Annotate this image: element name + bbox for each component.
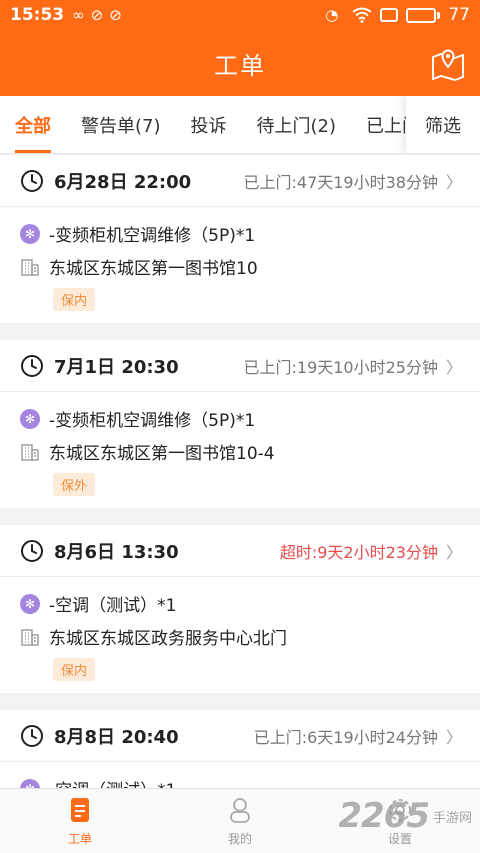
person-icon: [226, 796, 254, 830]
tab-1[interactable]: 警告单(7): [66, 96, 176, 153]
order-datetime: 8月8日 20:40: [54, 726, 179, 748]
order-service-row: ✻ -空调（测试）*1: [20, 772, 460, 788]
warranty-badge: 保外: [53, 473, 96, 496]
fan-icon: ✻: [20, 593, 40, 614]
battery-level: 77: [448, 5, 470, 25]
map-pin-icon[interactable]: [430, 45, 466, 81]
order-status-text: 已上门:6天19小时24分钟: [253, 727, 438, 747]
chevron-right-icon: 〉: [445, 727, 462, 747]
tab-bar: 全部警告单(7)投诉待上门(2)已上门 筛选: [0, 96, 480, 154]
document-icon: [66, 796, 94, 830]
order-card[interactable]: 8月6日 13:30 超时:9天2小时23分钟〉 ✻ -空调（测试）*1 东城区东城区政…: [0, 525, 480, 693]
check-circle-icon-2: ⊘: [109, 6, 122, 24]
clock-icon: [21, 539, 43, 562]
clock-icon: [21, 724, 43, 747]
building-icon: [21, 258, 39, 276]
alarm-icon: ◔: [325, 6, 339, 24]
warranty-badge: 保内: [53, 658, 96, 681]
order-address: 东城区东城区第一图书馆10-4: [49, 444, 275, 464]
bottom-nav-label: 工单: [67, 831, 92, 846]
status-time: 15:53: [10, 5, 65, 25]
order-body: ✻ -变频柜机空调维修（5P)*1 东城区东城区第一图书馆10 保内: [0, 207, 480, 323]
order-service-row: ✻ -变频柜机空调维修（5P)*1: [20, 402, 460, 435]
bottom-nav-label: 我的: [227, 831, 252, 846]
tab-0[interactable]: 全部: [0, 96, 66, 153]
order-status-text: 已上门:47天19小时38分钟: [243, 172, 438, 192]
order-status-text: 已上门:19天10小时25分钟: [243, 357, 438, 377]
order-status: 已上门:6天19小时24分钟〉: [254, 724, 462, 748]
infinity-icon: ∞: [72, 6, 85, 24]
order-body: ✻ -空调（测试）*1 东城区东城区政务服务中心北门保内: [0, 577, 480, 693]
clock-icon: [21, 354, 43, 377]
screen-icon: [380, 8, 399, 22]
order-service: -空调（测试）*1: [49, 596, 177, 616]
order-status-text: 超时:9天2小时23分钟: [279, 542, 438, 562]
order-body: ✻-空调（测试）*1东城区东城区第一图书馆南门: [0, 762, 480, 788]
order-card[interactable]: 7月1日 20:30 已上门:19天10小时25分钟〉 ✻ -变频柜机空调维修（5P)…: [0, 340, 480, 508]
order-service-row: ✻ -空调（测试）*1: [20, 587, 460, 620]
header: 工单: [0, 30, 480, 96]
order-header[interactable]: 6月28日 22:00 已上门:47天19小时38分钟〉: [0, 155, 480, 207]
order-card[interactable]: 8月8日 20:40已上门:6天19小时24分钟〉✻-空调（测试）*1东城区东城…: [0, 710, 480, 788]
chevron-right-icon: 〉: [445, 357, 462, 377]
order-service: -空调（测试）*1: [49, 776, 176, 788]
order-address-row: 东城区东城区第一图书馆10-4: [20, 435, 460, 468]
order-header[interactable]: 8月8日 20:40 已上门:6天19小时24分钟〉: [0, 710, 480, 762]
battery-icon: [406, 7, 441, 23]
order-datetime: 7月1日 20:30: [54, 356, 179, 378]
order-list[interactable]: 6月28日 22:00 已上门:47天19小时38分钟〉 ✻ -变频柜机空调维修（5P…: [0, 155, 480, 788]
fan-icon: ✻: [20, 223, 40, 244]
order-body: ✻ -变频柜机空调维修（5P)*1 东城区东城区第一图书馆10-4 保外: [0, 392, 480, 508]
tab-4[interactable]: 已上门: [351, 96, 406, 153]
building-icon: [21, 443, 39, 461]
order-address-row: 东城区东城区第一图书馆10: [20, 250, 460, 283]
order-address: 东城区东城区第一图书馆10: [49, 259, 258, 279]
watermark-text: 手游网: [432, 810, 472, 826]
fan-icon: ✻: [20, 778, 40, 788]
order-header[interactable]: 8月6日 13:30 超时:9天2小时23分钟〉: [0, 525, 480, 577]
order-header[interactable]: 7月1日 20:30 已上门:19天10小时25分钟〉: [0, 340, 480, 392]
order-address-row: 东城区东城区政务服务中心北门: [20, 620, 460, 653]
order-status: 超时:9天2小时23分钟〉: [280, 539, 462, 563]
order-status: 已上门:47天19小时38分钟〉: [244, 169, 463, 193]
order-service-row: ✻ -变频柜机空调维修（5P)*1: [20, 217, 460, 250]
chevron-right-icon: 〉: [445, 542, 462, 562]
check-circle-icon: ⊘: [90, 6, 104, 24]
clock-icon: [21, 169, 43, 192]
status-bar: 15:53 ∞ ⊘ ⊘ ◔ 77: [0, 0, 480, 30]
order-address: 东城区东城区政务服务中心北门: [49, 629, 287, 649]
order-datetime: 6月28日 22:00: [54, 171, 192, 193]
watermark-number: 2265: [338, 796, 430, 836]
fan-icon: ✻: [20, 408, 40, 429]
page-title: 工单: [214, 51, 266, 80]
order-datetime: 8月6日 13:30: [54, 541, 179, 563]
watermark: 2265 手游网: [338, 796, 472, 836]
order-service: -变频柜机空调维修（5P)*1: [49, 226, 256, 246]
tab-3[interactable]: 待上门(2): [242, 96, 352, 153]
bottom-nav-0[interactable]: 工单: [0, 789, 160, 853]
order-status: 已上门:19天10小时25分钟〉: [244, 354, 463, 378]
wifi-icon: [352, 7, 372, 23]
filter-button[interactable]: 筛选: [406, 96, 480, 153]
chevron-right-icon: 〉: [445, 172, 462, 192]
order-card[interactable]: 6月28日 22:00 已上门:47天19小时38分钟〉 ✻ -变频柜机空调维修（5P…: [0, 155, 480, 323]
bottom-nav-1[interactable]: 我的: [160, 789, 320, 853]
order-service: -变频柜机空调维修（5P)*1: [49, 411, 256, 431]
warranty-badge: 保内: [53, 288, 96, 311]
tab-2[interactable]: 投诉: [176, 96, 242, 153]
building-icon: [21, 628, 39, 646]
tab-list: 全部警告单(7)投诉待上门(2)已上门: [0, 96, 406, 153]
